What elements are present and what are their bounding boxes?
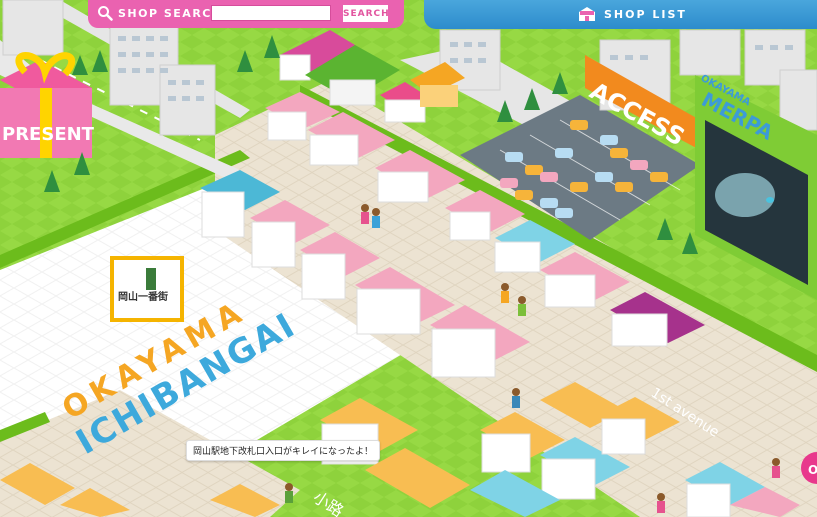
shop-list-label[interactable]: SHOP LIST bbox=[604, 8, 687, 21]
present-label: PRESENT bbox=[2, 124, 95, 145]
shop-search-label: SHOP SEARCH bbox=[118, 7, 223, 20]
shop-icon bbox=[579, 7, 595, 21]
info-tooltip: 岡山駅地下改札口入口がキレイになったよ！ bbox=[186, 440, 381, 461]
search-icon bbox=[98, 6, 113, 21]
svg-text:岡山一番街: 岡山一番街 bbox=[118, 290, 168, 303]
city-map[interactable]: PRESENT ACCESS OKAYAMA MERPA 岡山一番街 OKAYA… bbox=[0, 0, 817, 517]
shop-search-input[interactable] bbox=[211, 5, 331, 21]
gate-sign: 岡山一番街 bbox=[110, 256, 184, 322]
search-button[interactable]: SEARCH bbox=[343, 5, 389, 22]
svg-text:O: O bbox=[808, 463, 817, 477]
